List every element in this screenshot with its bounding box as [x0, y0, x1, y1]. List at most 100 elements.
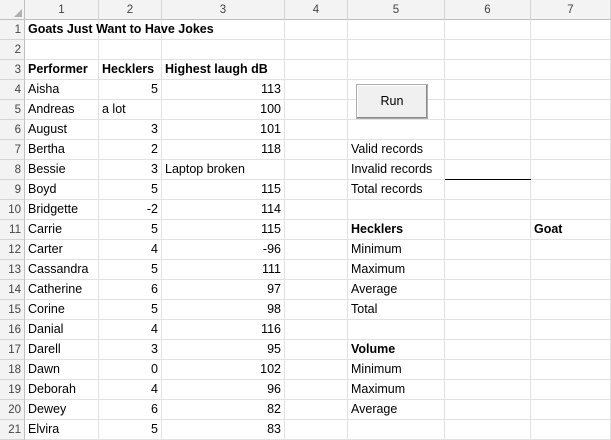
performer-cell[interactable]: Danial — [25, 320, 99, 340]
empty-cell[interactable] — [445, 80, 531, 100]
empty-cell[interactable] — [285, 340, 348, 360]
empty-cell[interactable] — [285, 60, 348, 80]
performer-cell[interactable]: Boyd — [25, 180, 99, 200]
empty-cell[interactable] — [285, 140, 348, 160]
empty-cell[interactable] — [348, 420, 445, 440]
row-header-2[interactable]: 2 — [0, 40, 25, 60]
empty-cell[interactable] — [531, 260, 611, 280]
laugh-db-cell[interactable]: 100 — [162, 100, 285, 120]
empty-cell[interactable] — [531, 140, 611, 160]
header-hecklers[interactable]: Hecklers — [99, 60, 162, 80]
row-header-6[interactable]: 6 — [0, 120, 25, 140]
row-header-21[interactable]: 21 — [0, 420, 25, 440]
empty-cell[interactable] — [445, 40, 531, 60]
empty-cell[interactable] — [285, 80, 348, 100]
laugh-db-cell[interactable]: 115 — [162, 220, 285, 240]
laugh-db-cell[interactable]: 101 — [162, 120, 285, 140]
heading-hecklers[interactable]: Hecklers — [348, 220, 445, 240]
empty-cell[interactable] — [531, 20, 611, 40]
empty-cell[interactable] — [445, 100, 531, 120]
row-header-17[interactable]: 17 — [0, 340, 25, 360]
row-header-8[interactable]: 8 — [0, 160, 25, 180]
row-header-9[interactable]: 9 — [0, 180, 25, 200]
column-header-1[interactable]: 1 — [25, 0, 99, 20]
empty-cell[interactable] — [348, 60, 445, 80]
empty-cell[interactable] — [531, 320, 611, 340]
empty-cell[interactable] — [531, 160, 611, 180]
empty-cell[interactable] — [445, 200, 531, 220]
label-valid-records[interactable]: Valid records — [348, 140, 445, 160]
empty-cell[interactable] — [531, 120, 611, 140]
performer-cell[interactable]: Aisha — [25, 80, 99, 100]
select-all-corner[interactable] — [0, 0, 25, 20]
hecklers-cell[interactable]: 6 — [99, 400, 162, 420]
empty-cell[interactable] — [285, 360, 348, 380]
sheet-title[interactable]: Goats Just Want to Have Jokes — [25, 20, 214, 40]
empty-cell[interactable] — [445, 160, 531, 180]
empty-cell[interactable] — [285, 280, 348, 300]
row-header-4[interactable]: 4 — [0, 80, 25, 100]
empty-cell[interactable] — [285, 160, 348, 180]
hecklers-cell[interactable]: 6 — [99, 280, 162, 300]
empty-cell[interactable] — [445, 140, 531, 160]
row-header-10[interactable]: 10 — [0, 200, 25, 220]
empty-cell[interactable] — [162, 40, 285, 60]
row-header-20[interactable]: 20 — [0, 400, 25, 420]
label-invalid-records[interactable]: Invalid records — [348, 160, 445, 180]
empty-cell[interactable] — [445, 280, 531, 300]
hecklers-cell[interactable]: a lot — [99, 100, 162, 120]
row-header-18[interactable]: 18 — [0, 360, 25, 380]
column-header-3[interactable]: 3 — [162, 0, 285, 20]
empty-cell[interactable] — [445, 340, 531, 360]
laugh-db-cell[interactable]: 102 — [162, 360, 285, 380]
empty-cell[interactable] — [99, 40, 162, 60]
empty-cell[interactable] — [531, 60, 611, 80]
header-performer[interactable]: Performer — [25, 60, 99, 80]
empty-cell[interactable] — [348, 200, 445, 220]
empty-cell[interactable] — [285, 180, 348, 200]
performer-cell[interactable]: Bessie — [25, 160, 99, 180]
hecklers-cell[interactable]: 5 — [99, 180, 162, 200]
performer-cell[interactable]: Bridgette — [25, 200, 99, 220]
empty-cell[interactable] — [531, 400, 611, 420]
laugh-db-cell[interactable]: 118 — [162, 140, 285, 160]
empty-cell[interactable] — [25, 40, 99, 60]
empty-cell[interactable] — [285, 320, 348, 340]
empty-cell[interactable] — [348, 40, 445, 60]
performer-cell[interactable]: Dawn — [25, 360, 99, 380]
hecklers-cell[interactable]: 5 — [99, 420, 162, 440]
row-header-14[interactable]: 14 — [0, 280, 25, 300]
run-button[interactable]: Run — [356, 84, 428, 119]
empty-cell[interactable] — [285, 400, 348, 420]
performer-cell[interactable]: Carrie — [25, 220, 99, 240]
empty-cell[interactable] — [285, 300, 348, 320]
column-header-6[interactable]: 6 — [445, 0, 531, 20]
row-header-13[interactable]: 13 — [0, 260, 25, 280]
empty-cell[interactable] — [531, 340, 611, 360]
performer-cell[interactable]: Catherine — [25, 280, 99, 300]
empty-cell[interactable] — [285, 220, 348, 240]
heading-goat[interactable]: Goat — [531, 220, 611, 240]
row-header-15[interactable]: 15 — [0, 300, 25, 320]
empty-cell[interactable] — [285, 40, 348, 60]
row-header-11[interactable]: 11 — [0, 220, 25, 240]
performer-cell[interactable]: August — [25, 120, 99, 140]
performer-cell[interactable]: Bertha — [25, 140, 99, 160]
laugh-db-cell[interactable]: 83 — [162, 420, 285, 440]
hecklers-cell[interactable]: 4 — [99, 320, 162, 340]
empty-cell[interactable] — [531, 80, 611, 100]
empty-cell[interactable] — [445, 260, 531, 280]
label-volume-average[interactable]: Average — [348, 400, 445, 420]
hecklers-cell[interactable]: 2 — [99, 140, 162, 160]
laugh-db-cell[interactable]: 114 — [162, 200, 285, 220]
performer-cell[interactable]: Elvira — [25, 420, 99, 440]
hecklers-cell[interactable]: -2 — [99, 200, 162, 220]
laugh-db-cell[interactable]: 111 — [162, 260, 285, 280]
empty-cell[interactable] — [445, 400, 531, 420]
empty-cell[interactable] — [445, 220, 531, 240]
empty-cell[interactable] — [285, 20, 348, 40]
hecklers-cell[interactable]: 0 — [99, 360, 162, 380]
label-total-records[interactable]: Total records — [348, 180, 445, 200]
hecklers-cell[interactable]: 3 — [99, 120, 162, 140]
laugh-db-cell[interactable]: 113 — [162, 80, 285, 100]
